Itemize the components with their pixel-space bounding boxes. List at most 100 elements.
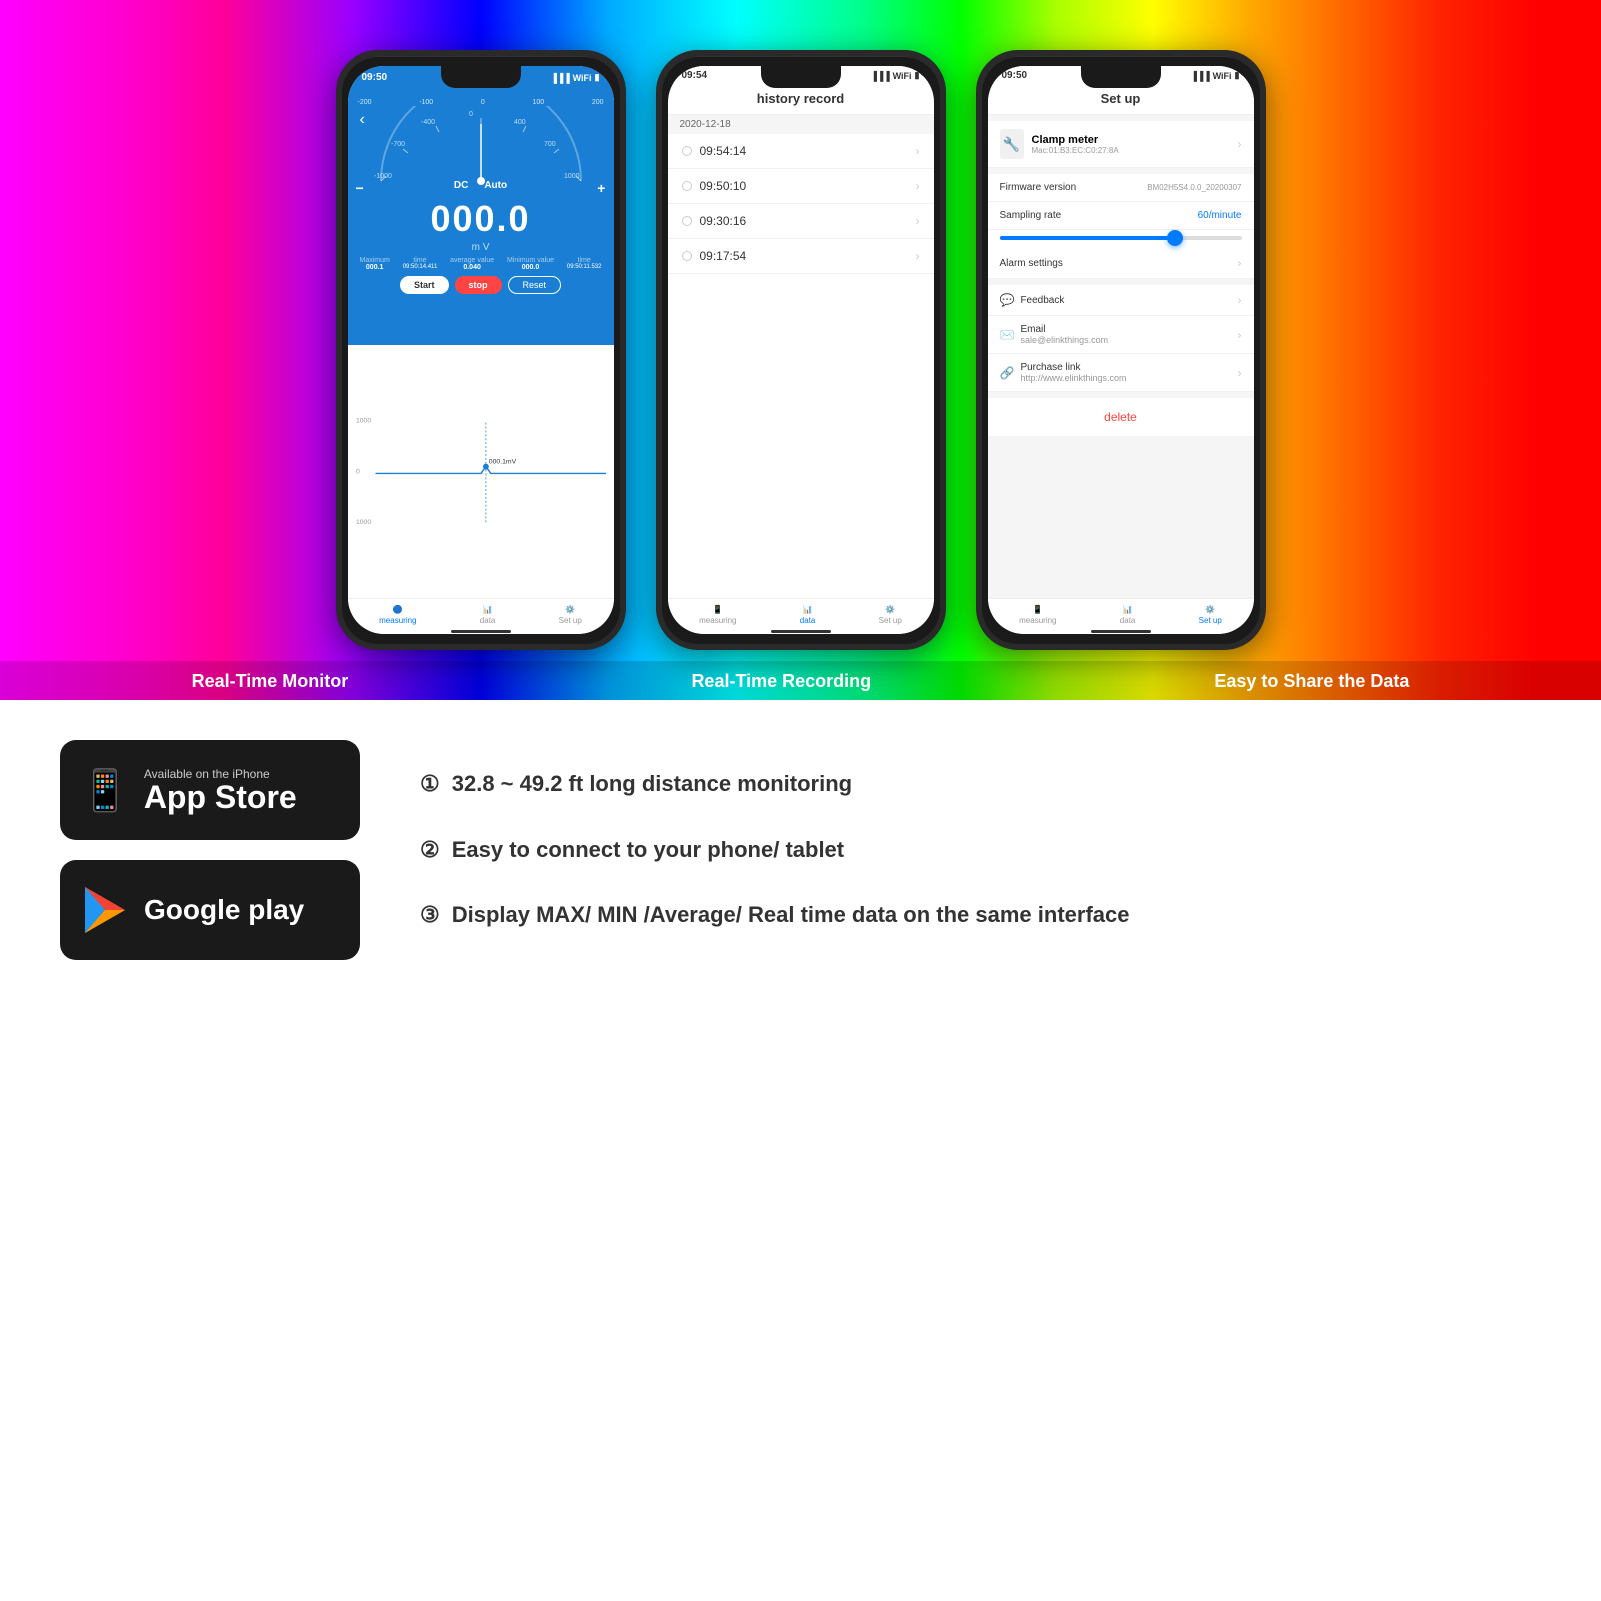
- phone3-time: 09:50: [1002, 70, 1028, 81]
- data-icon: 📊: [483, 605, 493, 614]
- alarm-label: Alarm settings: [1000, 258, 1063, 269]
- delete-button[interactable]: delete: [988, 398, 1254, 436]
- phone1-time: 09:50: [362, 72, 388, 83]
- chart-svg: 1000 0 1000 000.1mV: [354, 349, 608, 594]
- wifi-icon: WiFi: [573, 73, 592, 83]
- setup-icon-1: ⚙️: [565, 605, 575, 614]
- history-item-2[interactable]: 09:50:10 ›: [668, 169, 934, 204]
- measuring-icon-2: 📱: [713, 605, 723, 614]
- feedback-chevron: ›: [1238, 293, 1242, 307]
- purchase-icon: 🔗: [1000, 366, 1015, 380]
- setup-icon-2: ⚙️: [885, 605, 895, 614]
- device-chevron: ›: [1238, 137, 1242, 151]
- bottom-section: 📱 Available on the iPhone App Store Goog…: [0, 700, 1601, 1000]
- main-value: 000.0: [430, 198, 530, 240]
- nav-measuring-3[interactable]: 📱 measuring: [1019, 605, 1056, 625]
- nav-setup-1[interactable]: ⚙️ Set up: [559, 605, 582, 625]
- svg-text:0: 0: [469, 111, 473, 118]
- google-play-title: Google play: [144, 896, 304, 924]
- sampling-value: 60/minute: [1198, 210, 1242, 221]
- chevron-4: ›: [916, 249, 920, 263]
- firmware-row: Firmware version BM02H5S4.0.0_20200307: [988, 174, 1254, 202]
- feature-2-text: Easy to connect to your phone/ tablet: [452, 835, 844, 866]
- email-row[interactable]: ✉️ Email sale@elinkthings.com ›: [988, 316, 1254, 354]
- setup-icon-3: ⚙️: [1205, 605, 1215, 614]
- nav-data-1[interactable]: 📊 data: [480, 605, 496, 625]
- email-value: sale@elinkthings.com: [1020, 335, 1108, 345]
- label-2: Real-Time Recording: [691, 671, 871, 692]
- features-column: ① 32.8 ~ 49.2 ft long distance monitorin…: [420, 740, 1541, 960]
- phone-badge-icon: 📱: [80, 767, 130, 814]
- measuring-icon: 🔵: [393, 605, 403, 614]
- phone-3: 09:50 ▐▐▐ WiFi ▮ Set up 🔧 Clamp mete: [976, 50, 1266, 650]
- svg-text:1000: 1000: [355, 418, 370, 425]
- purchase-row[interactable]: 🔗 Purchase link http://www.elinkthings.c…: [988, 354, 1254, 392]
- feature-3-text: Display MAX/ MIN /Average/ Real time dat…: [452, 900, 1130, 931]
- device-row[interactable]: 🔧 Clamp meter Mac:01:B3:EC:C0:27:8A ›: [988, 121, 1254, 168]
- svg-text:-1000: -1000: [374, 173, 392, 180]
- chevron-2: ›: [916, 179, 920, 193]
- nav-data-2[interactable]: 📊 data: [800, 605, 816, 625]
- time-1: 09:54:14: [700, 144, 747, 158]
- firmware-label: Firmware version: [1000, 182, 1077, 193]
- feature-3-number: ③: [420, 902, 440, 928]
- nav-measuring-1[interactable]: 🔵 measuring: [379, 605, 416, 625]
- phone2-time: 09:54: [682, 70, 708, 81]
- purchase-chevron: ›: [1238, 366, 1242, 380]
- feedback-icon: 💬: [1000, 293, 1015, 307]
- app-store-title: App Store: [144, 781, 297, 813]
- svg-text:000.1mV: 000.1mV: [488, 459, 516, 466]
- svg-text:700: 700: [544, 141, 556, 148]
- svg-text:0: 0: [355, 468, 359, 475]
- battery-icon: ▮: [595, 72, 600, 83]
- feedback-label: Feedback: [1020, 295, 1064, 306]
- svg-text:1000: 1000: [564, 173, 580, 180]
- feedback-row[interactable]: 💬 Feedback ›: [988, 285, 1254, 316]
- email-icon: ✉️: [1000, 328, 1015, 342]
- history-item-1[interactable]: 09:54:14 ›: [668, 134, 934, 169]
- back-arrow-icon[interactable]: ‹: [360, 111, 365, 129]
- sampling-slider[interactable]: [988, 230, 1254, 248]
- reset-button[interactable]: Reset: [508, 276, 562, 294]
- email-chevron: ›: [1238, 328, 1242, 342]
- nav-setup-2[interactable]: ⚙️ Set up: [879, 605, 902, 625]
- gauge-svg: -1000 -700 -400 0 400 700 1000: [366, 106, 596, 186]
- svg-text:1000: 1000: [355, 519, 370, 526]
- history-item-3[interactable]: 09:30:16 ›: [668, 204, 934, 239]
- date-label: 2020-12-18: [668, 115, 934, 134]
- svg-text:400: 400: [514, 119, 526, 126]
- feature-1-text: 32.8 ~ 49.2 ft long distance monitoring: [452, 769, 852, 800]
- chevron-3: ›: [916, 214, 920, 228]
- unit-label: m V: [472, 242, 490, 253]
- phone-labels: Real-Time Monitor Real-Time Recording Ea…: [0, 661, 1601, 700]
- google-play-badge[interactable]: Google play: [60, 860, 360, 960]
- email-label: Email: [1020, 324, 1108, 335]
- nav-setup-3[interactable]: ⚙️ Set up: [1199, 605, 1222, 625]
- measuring-icon-3: 📱: [1033, 605, 1043, 614]
- nav-data-3[interactable]: 📊 data: [1120, 605, 1136, 625]
- svg-text:-700: -700: [391, 141, 405, 148]
- start-button[interactable]: Start: [400, 276, 449, 294]
- feature-item-2: ② Easy to connect to your phone/ tablet: [420, 835, 1541, 866]
- app-store-badge[interactable]: 📱 Available on the iPhone App Store: [60, 740, 360, 840]
- data-icon-2: 📊: [803, 605, 813, 614]
- device-name: Clamp meter: [1032, 134, 1119, 146]
- label-1: Real-Time Monitor: [192, 671, 349, 692]
- feature-2-number: ②: [420, 837, 440, 863]
- svg-text:-400: -400: [421, 119, 435, 126]
- alarm-row[interactable]: Alarm settings ›: [988, 248, 1254, 279]
- purchase-label: Purchase link: [1020, 362, 1126, 373]
- time-2: 09:50:10: [700, 179, 747, 193]
- history-item-4[interactable]: 09:17:54 ›: [668, 239, 934, 274]
- time-3: 09:30:16: [700, 214, 747, 228]
- feature-1-number: ①: [420, 771, 440, 797]
- sampling-row: Sampling rate 60/minute: [988, 202, 1254, 230]
- nav-measuring-2[interactable]: 📱 measuring: [699, 605, 736, 625]
- feature-item-3: ③ Display MAX/ MIN /Average/ Real time d…: [420, 900, 1541, 931]
- firmware-value: BM02H5S4.0.0_20200307: [1147, 183, 1241, 192]
- signal-icon: ▐▐▐: [550, 73, 569, 83]
- stop-button[interactable]: stop: [455, 276, 502, 294]
- time-4: 09:17:54: [700, 249, 747, 263]
- data-icon-3: 📊: [1123, 605, 1133, 614]
- clamp-meter-icon: 🔧: [1000, 129, 1024, 159]
